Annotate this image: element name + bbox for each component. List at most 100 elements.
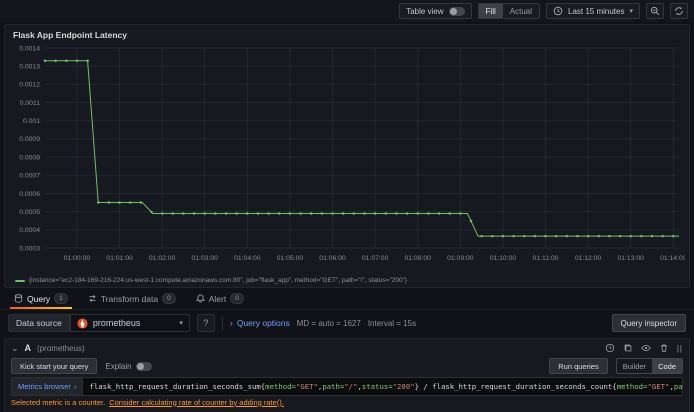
- chevron-right-icon: ›: [73, 382, 77, 391]
- latency-panel: Flask App Endpoint Latency 0.0014 0.0013 0…: [4, 24, 690, 288]
- time-range-picker[interactable]: Last 15 minutes ▾: [546, 3, 640, 19]
- history-clock-icon[interactable]: [605, 343, 615, 353]
- series-legend-label: {instance="ec2-184-169-216-224.us-west-1…: [29, 277, 408, 284]
- svg-text:01:01:00: 01:01:00: [106, 255, 133, 262]
- chart-svg[interactable]: 0.0014 0.0013 0.0012 0.0011 0.001 0.0009 0.000…: [9, 42, 685, 274]
- svg-text:01:10:00: 01:10:00: [490, 255, 517, 262]
- interval-value: Interval = 15s: [367, 318, 417, 328]
- remove-query-trash-icon[interactable]: [659, 343, 669, 353]
- svg-text:01:12:00: 01:12:00: [575, 255, 602, 262]
- query-code-row: Metrics browser › flask_http_request_dur…: [11, 377, 683, 396]
- datasource-value: prometheus: [92, 318, 141, 328]
- datasource-row: Data source prometheus ▾ ? › Query optio…: [0, 310, 694, 336]
- metrics-browser-label: Metrics browser: [18, 382, 71, 391]
- legend-item[interactable]: {instance="ec2-184-169-216-224.us-west-1…: [9, 274, 685, 287]
- tab-label: Query: [27, 293, 51, 304]
- tab-query[interactable]: Query 1: [6, 288, 76, 309]
- svg-text:0.0009: 0.0009: [19, 136, 40, 143]
- svg-text:01:13:00: 01:13:00: [617, 255, 644, 262]
- svg-text:0.0008: 0.0008: [19, 154, 40, 161]
- svg-text:01:09:00: 01:09:00: [447, 255, 474, 262]
- builder-button[interactable]: Builder: [617, 359, 652, 373]
- rate-hint-link[interactable]: Consider calculating rate of counter by …: [109, 398, 284, 407]
- max-data-points: MD = auto = 1627: [296, 318, 361, 328]
- drag-handle[interactable]: ||: [677, 344, 683, 353]
- tab-label: Alert: [208, 293, 227, 304]
- topbar: Table view Fill Actual Last 15 minutes ▾: [0, 0, 694, 22]
- svg-text:01:00:00: 01:00:00: [64, 255, 91, 262]
- svg-text:0.0012: 0.0012: [19, 82, 40, 89]
- tab-count-badge: 0: [230, 293, 244, 304]
- svg-text:0.0014: 0.0014: [19, 45, 40, 52]
- query-options-toggle[interactable]: › Query options: [230, 318, 290, 328]
- svg-text:0.0013: 0.0013: [19, 63, 40, 70]
- explain-label: Explain: [105, 361, 132, 371]
- svg-text:0.0006: 0.0006: [19, 191, 40, 198]
- svg-text:0.0004: 0.0004: [19, 227, 40, 234]
- table-view-label: Table view: [406, 6, 444, 16]
- options-summary-row: › Options Legend: AutoFormat: Time serie…: [11, 408, 683, 412]
- query-inspector-button[interactable]: Query inspector: [611, 314, 686, 332]
- datasource-picker[interactable]: prometheus ▾: [69, 314, 190, 332]
- query-options-label: Query options: [236, 318, 290, 328]
- table-view-toggle[interactable]: Table view: [399, 3, 472, 19]
- svg-text:01:06:00: 01:06:00: [319, 255, 346, 262]
- datasource-label: Data source: [8, 314, 70, 332]
- duplicate-query-icon[interactable]: [623, 343, 633, 353]
- clock-icon: [553, 6, 563, 16]
- editor-tabs: Query 1 Transform data 0 Alert 0: [0, 288, 694, 310]
- tab-transform-data[interactable]: Transform data 0: [80, 288, 184, 309]
- explain-toggle[interactable]: Explain: [105, 361, 152, 371]
- collapse-chevron-icon[interactable]: ⌄: [11, 343, 19, 354]
- panel-title: Flask App Endpoint Latency: [13, 30, 127, 40]
- query-datasource-hint: (prometheus): [37, 343, 85, 353]
- chevron-down-icon: ▾: [629, 7, 633, 15]
- fill-button[interactable]: Fill: [478, 4, 503, 18]
- query-actions-row: Kick start your query Explain Run querie…: [11, 355, 683, 377]
- query-row-card: ⌄ A (prometheus) || Kick start your quer…: [4, 338, 690, 412]
- query-row-header: ⌄ A (prometheus) ||: [11, 341, 683, 355]
- time-series-chart[interactable]: 0.0014 0.0013 0.0012 0.0011 0.001 0.0009 0.000…: [9, 42, 685, 274]
- svg-text:01:11:00: 01:11:00: [533, 255, 559, 262]
- fill-actual-group: Fill Actual: [477, 3, 540, 19]
- zoom-out-button[interactable]: [646, 3, 664, 19]
- svg-text:0.0007: 0.0007: [19, 173, 40, 180]
- metrics-browser-button[interactable]: Metrics browser ›: [11, 377, 83, 396]
- actual-button[interactable]: Actual: [503, 4, 539, 18]
- kick-start-query-button[interactable]: Kick start your query: [11, 358, 98, 374]
- prometheus-icon: [77, 317, 88, 329]
- divider: [221, 316, 223, 330]
- refresh-icon: [674, 6, 684, 16]
- tab-alert[interactable]: Alert 0: [188, 288, 252, 309]
- datasource-help-button[interactable]: ?: [196, 314, 215, 332]
- svg-text:01:07:00: 01:07:00: [362, 255, 389, 262]
- run-queries-button[interactable]: Run queries: [549, 358, 608, 374]
- table-view-switch[interactable]: [448, 6, 465, 16]
- hide-response-eye-icon[interactable]: [641, 343, 651, 353]
- chevron-down-icon: ▾: [179, 319, 183, 327]
- transform-icon: [88, 294, 97, 303]
- tab-count-badge: 1: [54, 293, 68, 304]
- counter-warning: Selected metric is a counter. Consider c…: [11, 396, 683, 408]
- svg-text:01:08:00: 01:08:00: [404, 255, 431, 262]
- query-ref-id: A: [24, 343, 32, 353]
- svg-text:01:04:00: 01:04:00: [234, 255, 261, 262]
- svg-text:0.001: 0.001: [23, 118, 40, 125]
- warning-text: Selected metric is a counter.: [11, 397, 106, 407]
- svg-text:0.0005: 0.0005: [19, 209, 40, 216]
- code-button[interactable]: Code: [652, 359, 682, 373]
- svg-text:01:02:00: 01:02:00: [149, 255, 176, 262]
- query-database-icon: [14, 294, 23, 303]
- svg-text:0.0011: 0.0011: [20, 100, 41, 107]
- builder-code-group: Builder Code: [615, 358, 683, 374]
- refresh-button[interactable]: [670, 3, 688, 19]
- tab-count-badge: 0: [162, 293, 176, 304]
- svg-text:0.0003: 0.0003: [19, 245, 40, 252]
- query-row-actions: ||: [605, 343, 683, 353]
- time-range-label: Last 15 minutes: [568, 6, 625, 16]
- explain-switch[interactable]: [135, 361, 152, 371]
- magnifier-minus-icon: [650, 6, 660, 16]
- svg-text:01:05:00: 01:05:00: [277, 255, 304, 262]
- series-color-swatch: [15, 279, 25, 282]
- promql-query-input[interactable]: flask_http_request_duration_seconds_sum{…: [82, 377, 683, 396]
